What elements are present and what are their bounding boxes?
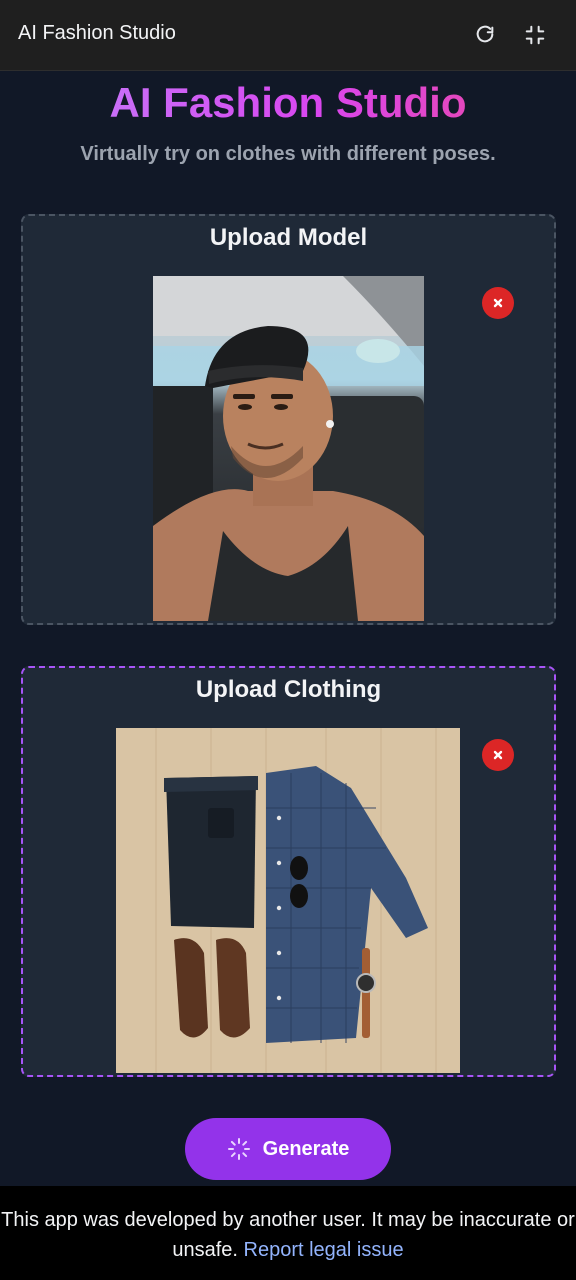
report-legal-issue-link[interactable]: Report legal issue [244,1239,404,1261]
upload-clothing-card[interactable]: Upload Clothing [21,666,556,1077]
refresh-button[interactable] [471,21,499,49]
generate-label: Generate [262,1137,350,1160]
remove-model-button[interactable] [482,287,514,319]
app-title: AI Fashion Studio [18,22,176,44]
upload-clothing-title: Upload Clothing [195,676,382,703]
close-icon [493,750,503,760]
upload-model-card[interactable]: Upload Model [21,214,556,625]
model-photo [153,276,424,621]
page-subtitle: Virtually try on clothes with different … [80,143,496,165]
app-header: AI Fashion Studio [0,0,576,71]
clothing-photo [116,728,460,1073]
upload-model-title: Upload Model [209,224,368,251]
sparkle-icon [227,1138,250,1160]
collapse-button[interactable] [521,21,549,49]
generate-button[interactable]: Generate [185,1118,391,1180]
footer-notice: This app was developed by another user. … [0,1186,576,1280]
remove-clothing-button[interactable] [482,739,514,771]
collapse-icon [525,25,545,45]
close-icon [493,298,503,308]
refresh-icon [476,25,494,43]
page-title: AI Fashion Studio [0,78,576,128]
